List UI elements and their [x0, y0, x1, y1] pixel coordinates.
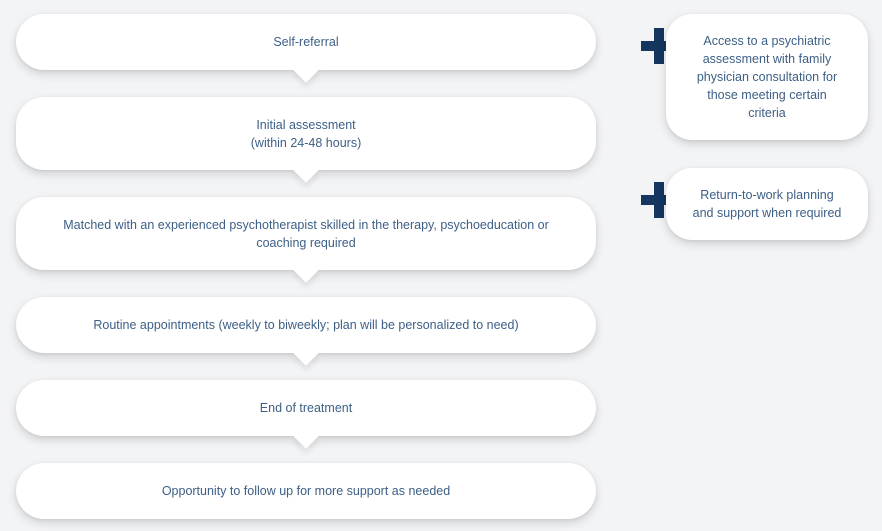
step-initial-assessment: Initial assessment (within 24-48 hours): [16, 97, 596, 183]
down-arrow-pointer: [293, 423, 319, 449]
step-label: End of treatment: [259, 401, 353, 415]
step-label: Matched with an experienced psychotherap…: [63, 217, 549, 250]
extra-label: Access to a psychiatric assessment with …: [696, 34, 838, 120]
step-label: Routine appointments (weekly to biweekly…: [93, 318, 519, 332]
down-arrow-pointer: [293, 157, 319, 183]
step-matched-psychotherapist: Matched with an experienced psychotherap…: [16, 197, 596, 283]
step-routine-appointments: Routine appointments (weekly to biweekly…: [16, 297, 596, 366]
step-label: Initial assessment (within 24-48 hours): [250, 117, 362, 150]
care-pathway-diagram: Self-referral Initial assessment (within…: [0, 0, 882, 531]
down-arrow-pointer: [293, 57, 319, 83]
step-label: Opportunity to follow up for more suppor…: [161, 484, 451, 498]
extra-psychiatric-assessment: Access to a psychiatric assessment with …: [666, 14, 868, 140]
down-arrow-pointer: [293, 340, 319, 366]
down-arrow-pointer: [293, 257, 319, 283]
step-end-of-treatment: End of treatment: [16, 380, 596, 449]
step-follow-up: Opportunity to follow up for more suppor…: [16, 463, 596, 519]
extra-return-to-work: Return-to-work planning and support when…: [666, 168, 868, 240]
step-self-referral: Self-referral: [16, 14, 596, 83]
step-label: Self-referral: [273, 35, 339, 49]
extra-label: Return-to-work planning and support when…: [692, 188, 842, 220]
